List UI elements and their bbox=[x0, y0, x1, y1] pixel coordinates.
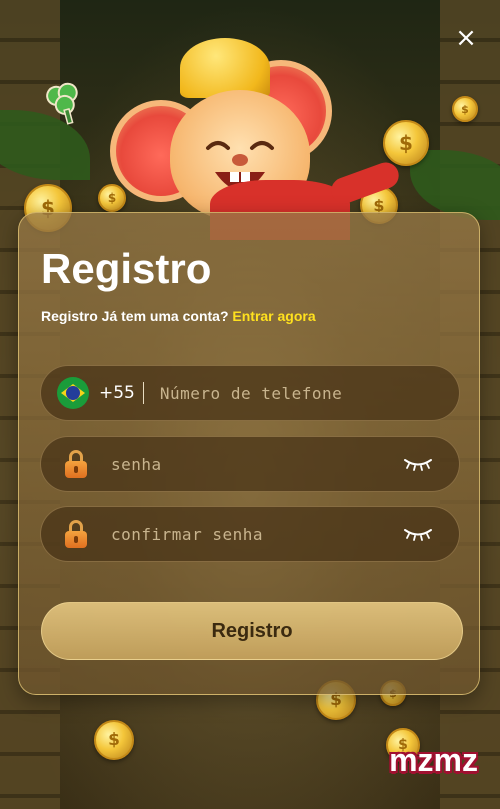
confirm-password-input[interactable] bbox=[109, 523, 403, 545]
phone-field: +55 bbox=[40, 365, 460, 421]
confirm-password-field bbox=[40, 506, 460, 562]
login-link[interactable]: Entrar agora bbox=[232, 308, 315, 324]
country-code[interactable]: +55 bbox=[99, 383, 135, 403]
eye-closed-icon[interactable] bbox=[403, 527, 433, 541]
login-prompt-text: Registro Já tem uma conta? bbox=[41, 308, 229, 324]
brand-logo: mzmz bbox=[389, 742, 478, 778]
mascot-hat bbox=[180, 38, 270, 98]
lock-icon bbox=[65, 450, 87, 478]
mouse-mascot bbox=[100, 30, 403, 240]
login-prompt: Registro Já tem uma conta? Entrar agora bbox=[41, 308, 316, 324]
gold-coin-icon: $ bbox=[452, 96, 478, 122]
close-icon[interactable]: × bbox=[452, 24, 480, 52]
gold-coin-icon: $ bbox=[94, 720, 134, 760]
brazil-flag-icon[interactable] bbox=[57, 377, 89, 409]
register-button[interactable]: Registro bbox=[41, 602, 463, 660]
register-dialog: Registro Registro Já tem uma conta? Entr… bbox=[18, 212, 480, 695]
phone-input[interactable] bbox=[157, 382, 459, 404]
password-field bbox=[40, 436, 460, 492]
lock-icon bbox=[65, 520, 87, 548]
password-input[interactable] bbox=[109, 453, 403, 475]
phone-divider bbox=[142, 382, 144, 404]
mascot-arm bbox=[327, 158, 403, 208]
page-title: Registro bbox=[41, 245, 212, 292]
jungle-leaf bbox=[410, 150, 500, 220]
eye-closed-icon[interactable] bbox=[403, 457, 433, 471]
